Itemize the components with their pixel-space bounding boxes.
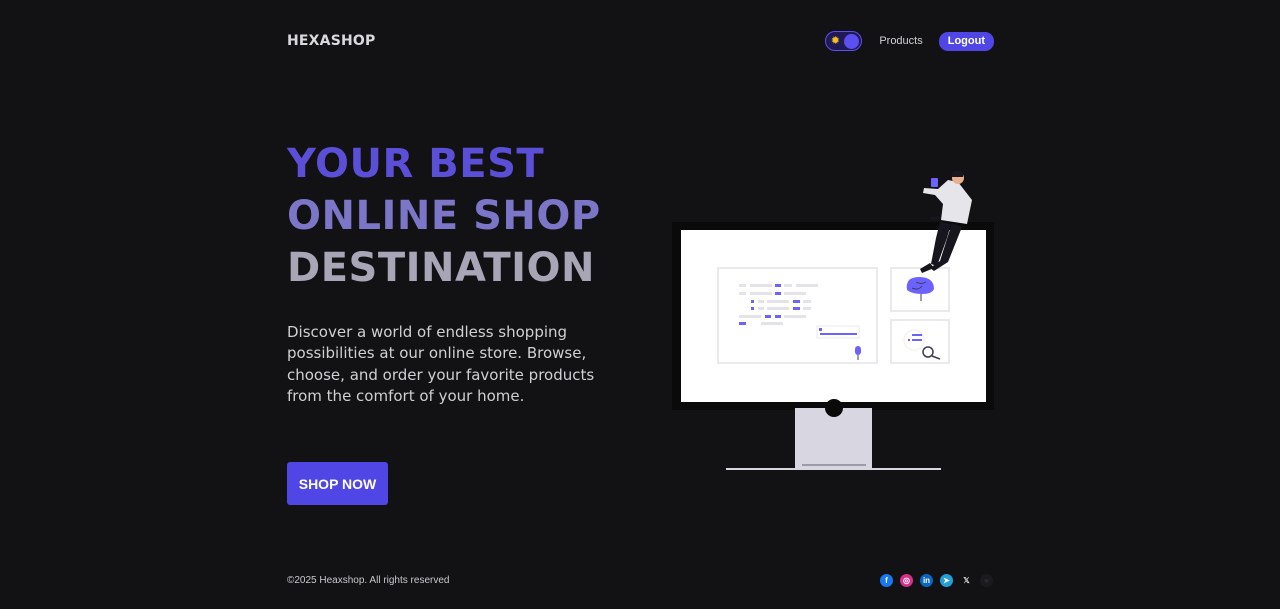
theme-toggle[interactable]: ✹: [825, 31, 863, 51]
brand-logo[interactable]: HEXASHOP: [287, 33, 375, 49]
facebook-icon[interactable]: f: [880, 574, 893, 587]
nav-link-products[interactable]: Products: [879, 35, 922, 47]
hero-title: YOUR BEST ONLINE SHOP DESTINATION: [287, 138, 647, 294]
x-icon[interactable]: 𝕏: [960, 574, 973, 587]
toggle-knob: [844, 34, 860, 49]
hero-title-line-2: ONLINE SHOP: [287, 193, 601, 239]
linkedin-icon[interactable]: in: [920, 574, 933, 587]
site-header: HEXASHOP ✹ Products Logout: [287, 28, 994, 54]
logout-button[interactable]: Logout: [938, 31, 994, 51]
social-links: f ◎ in ➤ 𝕏 ●: [880, 574, 1000, 587]
sun-icon: ✹: [830, 35, 840, 47]
monitor-stand: [795, 408, 872, 468]
footer-copyright: ©2025 Heaxshop. All rights reserved: [287, 575, 450, 586]
instagram-icon[interactable]: ◎: [900, 574, 913, 587]
hero-description: Discover a world of endless shopping pos…: [287, 323, 595, 406]
github-icon[interactable]: ●: [980, 574, 993, 587]
nav-bar: ✹ Products Logout: [825, 31, 994, 51]
person-sitting-on-monitor-illustration: [672, 170, 994, 470]
shop-now-button[interactable]: SHOP NOW: [287, 462, 388, 505]
hero-title-line-3: DESTINATION: [287, 245, 595, 291]
telegram-icon[interactable]: ➤: [940, 574, 953, 587]
hero-title-line-1: YOUR BEST: [287, 141, 545, 187]
